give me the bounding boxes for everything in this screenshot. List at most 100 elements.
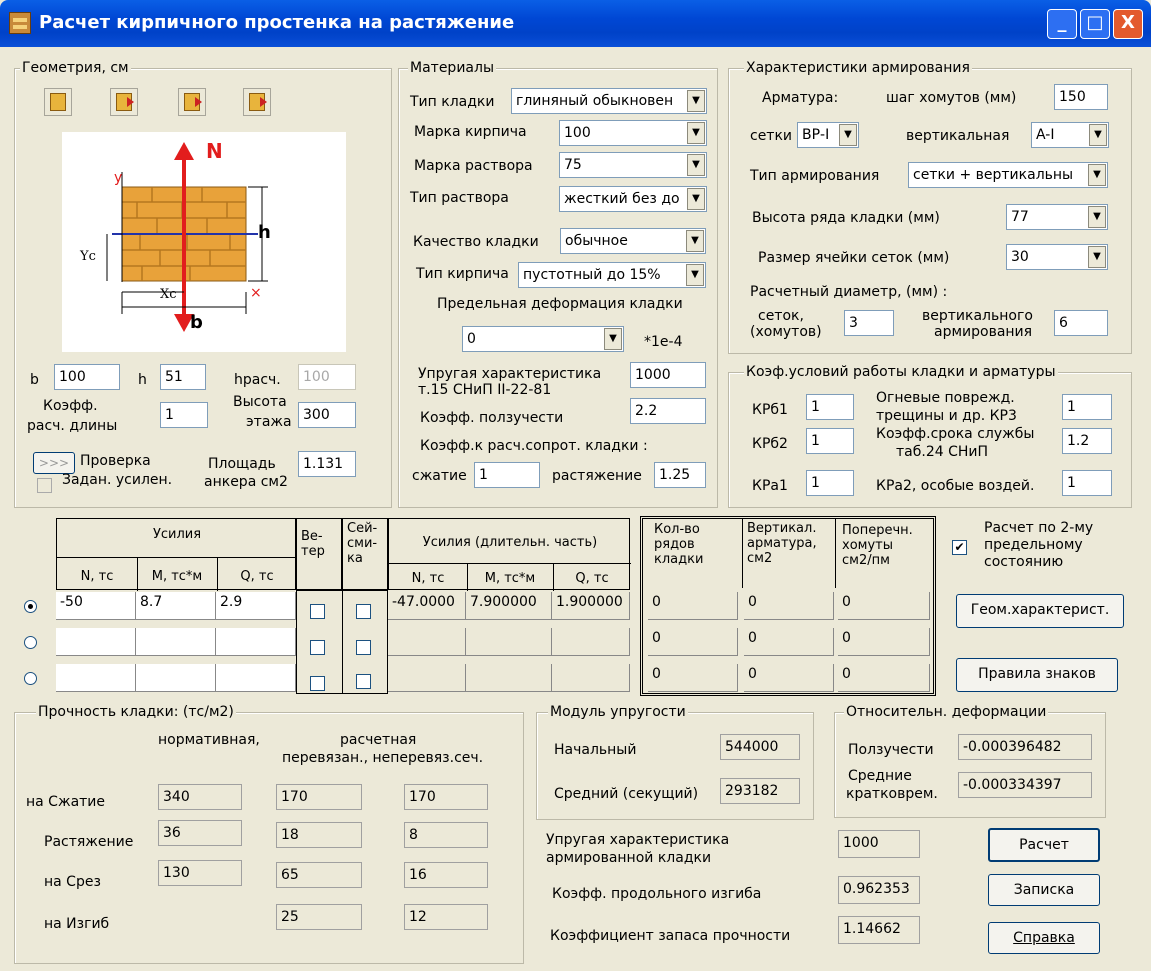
row2-seismic-checkbox[interactable]: [356, 640, 371, 655]
kpa1-input[interactable]: 1: [806, 470, 854, 496]
kpa2-input[interactable]: 1: [1062, 470, 1112, 496]
row2-longQ-cell[interactable]: [552, 628, 630, 656]
vert-rebar-header: Вертикал. арматура, см2: [742, 518, 836, 588]
life-label2: таб.24 СНиП: [896, 444, 989, 460]
h-input[interactable]: 51: [160, 364, 206, 390]
creep-input[interactable]: 2.2: [630, 398, 706, 424]
geom-shape2-icon[interactable]: [110, 88, 138, 116]
masonry-type-select[interactable]: глиняный обыкновен ▼: [511, 88, 707, 114]
check-label: Проверка: [80, 453, 151, 469]
vert-select[interactable]: A-I ▼: [1031, 122, 1109, 148]
life-input[interactable]: 1.2: [1062, 428, 1112, 454]
row1-Q-cell[interactable]: 2.9: [216, 592, 296, 620]
row3-radio[interactable]: [24, 672, 37, 685]
diagram-N-label: N: [206, 139, 223, 163]
deform-creep-value: -0.000396482: [958, 734, 1092, 760]
row2-Q-cell[interactable]: [216, 628, 296, 656]
sign-rules-button[interactable]: Правила знаков: [956, 658, 1118, 692]
elastic-input[interactable]: 1000: [630, 362, 706, 388]
buckling-label: Коэфф. продольного изгиба: [552, 886, 762, 902]
row1-N-cell[interactable]: -50: [56, 592, 136, 620]
kp1-input[interactable]: 1: [806, 394, 854, 420]
report-button[interactable]: Записка: [988, 874, 1100, 906]
quality-select[interactable]: обычное ▼: [560, 228, 706, 254]
mesh-label: сетки: [750, 128, 793, 144]
row-height-label: Высота ряда кладки (мм): [752, 210, 940, 226]
compression-label: на Сжатие: [26, 794, 106, 810]
reinforce-type-select[interactable]: сетки + вертикальны ▼: [908, 162, 1108, 188]
kp2-input[interactable]: 1: [806, 428, 854, 454]
row2-M-cell[interactable]: [136, 628, 216, 656]
check-arrow-button[interactable]: >>>: [33, 452, 75, 474]
b-input[interactable]: 100: [54, 364, 120, 390]
limit-unit-label: *1e-4: [644, 334, 683, 350]
b-label: b: [30, 372, 39, 388]
summary-elastic-label: Упругая характеристика: [546, 832, 730, 848]
mesh-diam-input[interactable]: 3: [844, 310, 894, 336]
fire-label2: трещины и др. КР3: [876, 408, 1017, 424]
row1-seismic-checkbox[interactable]: [356, 604, 371, 619]
tension-input[interactable]: 1.25: [654, 462, 706, 488]
row3-seismic-checkbox[interactable]: [356, 674, 371, 689]
col-longQ-header: Q, тс: [575, 571, 609, 586]
row2-N-cell[interactable]: [56, 628, 136, 656]
stirrups-header: Поперечн. хомуты см2/пм: [836, 518, 934, 588]
compress-input[interactable]: 1: [474, 462, 540, 488]
floor-height-input[interactable]: 300: [298, 402, 356, 428]
maximize-button[interactable]: □: [1080, 9, 1110, 39]
reinforce-checkbox[interactable]: [37, 478, 52, 493]
row1-wind-checkbox[interactable]: [310, 604, 325, 619]
mortar-grade-label: Марка раствора: [414, 158, 533, 174]
stirrup-input[interactable]: 150: [1054, 84, 1108, 110]
mesh-cell-select[interactable]: 30 ▼: [1006, 244, 1108, 270]
geom-shape4-icon[interactable]: [243, 88, 271, 116]
row3-longM-cell[interactable]: [466, 664, 552, 692]
deform-short-label: Средние: [848, 768, 912, 784]
life-label: Коэфф.срока службы: [876, 426, 1035, 442]
row2-longN-cell[interactable]: [388, 628, 466, 656]
brick-type-select[interactable]: пустотный до 15% ▼: [518, 262, 706, 288]
help-button[interactable]: Справка: [988, 922, 1100, 954]
row1-M-cell[interactable]: 8.7: [136, 592, 216, 620]
limit-state-checkbox[interactable]: ✔: [952, 540, 967, 555]
minimize-button[interactable]: _: [1047, 9, 1077, 39]
mortar-type-select[interactable]: жесткий без до ▼: [559, 186, 707, 212]
geom-shape1-icon[interactable]: [44, 88, 72, 116]
row1-radio[interactable]: [24, 600, 37, 613]
row1-longQ-cell[interactable]: 1.900000: [552, 592, 630, 620]
tension-label: растяжение: [552, 468, 642, 484]
mesh-select[interactable]: ВР-I ▼: [797, 122, 859, 148]
close-button[interactable]: X: [1113, 9, 1143, 39]
row1-longM-cell[interactable]: 7.900000: [466, 592, 552, 620]
limit-def-select[interactable]: 0 ▼: [462, 326, 624, 352]
col-longM-header: M, тс*м: [484, 571, 536, 586]
col-Q-header: Q, тс: [240, 569, 274, 584]
calc-length-coef-input[interactable]: 1: [160, 402, 208, 428]
anchor-area-input[interactable]: 1.131: [298, 451, 356, 477]
hcalc-input: 100: [298, 364, 356, 390]
safety-label: Коэффициент запаса прочности: [550, 928, 791, 944]
row3-wind-checkbox[interactable]: [310, 676, 325, 691]
row3-longN-cell[interactable]: [388, 664, 466, 692]
res3-hor-cell: 0: [838, 664, 930, 692]
diagram-h-label: h: [258, 222, 271, 243]
row3-Q-cell[interactable]: [216, 664, 296, 692]
row3-longQ-cell[interactable]: [552, 664, 630, 692]
row3-N-cell[interactable]: [56, 664, 136, 692]
row2-wind-checkbox[interactable]: [310, 640, 325, 655]
geom-shape3-icon[interactable]: [178, 88, 206, 116]
tension-norm: 36: [158, 820, 242, 846]
strength-col2-label: расчетная: [340, 732, 417, 748]
row1-longN-cell[interactable]: -47.0000: [388, 592, 466, 620]
brick-grade-select[interactable]: 100 ▼: [559, 120, 707, 146]
calculate-button[interactable]: Расчет: [988, 828, 1100, 862]
vert-diam-input[interactable]: 6: [1054, 310, 1108, 336]
mortar-grade-select[interactable]: 75 ▼: [559, 152, 707, 178]
row2-longM-cell[interactable]: [466, 628, 552, 656]
wind-header: Ве- тер: [296, 518, 342, 590]
fire-input[interactable]: 1: [1062, 394, 1112, 420]
row2-radio[interactable]: [24, 636, 37, 649]
row3-M-cell[interactable]: [136, 664, 216, 692]
row-height-select[interactable]: 77 ▼: [1006, 204, 1108, 230]
geom-characteristics-button[interactable]: Геом.характерист.: [956, 594, 1124, 628]
